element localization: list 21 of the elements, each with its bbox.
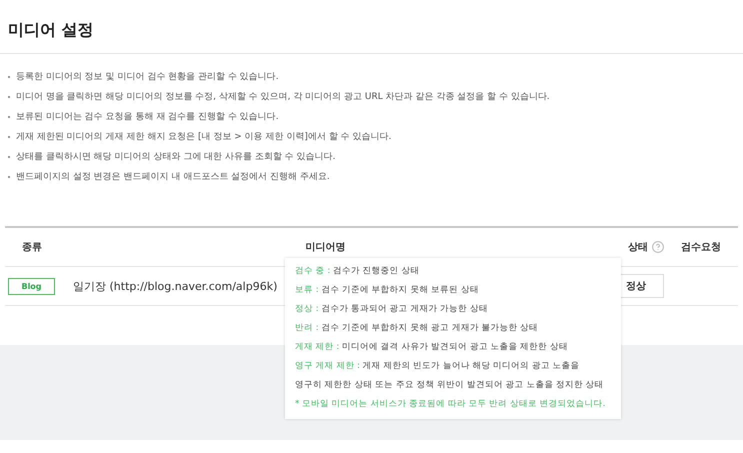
- column-header: 검수요청: [681, 241, 721, 254]
- info-text: 등록한 미디어의 정보 및 미디어 검수 현황을 관리할 수 있습니다.: [16, 71, 279, 84]
- footnote-text: * 모바일 미디어는 서비스가 종료됨에 따라 모두 반려 상태로 변경되었습니다.: [295, 398, 606, 411]
- status-description: 영구히 제한한 상태 또는 주요 정책 위반이 발견되어 광고 노출을 정지한 상태: [295, 379, 605, 392]
- status-description: 게재 제한 : 미디어에 결격 사유가 발견되어 광고 노출을 제한한 상태: [295, 341, 569, 354]
- info-text: 상태를 클릭하시면 해당 미디어의 상태와 그에 대한 사유를 조회할 수 있습니다.: [16, 151, 336, 164]
- info-text: 미디어 명을 클릭하면 해당 미디어의 정보를 수정, 삭제할 수 있으며, 각 미디어의 광고 URL 차단과 같은 각종 설정을 할 수 있습니다.: [16, 91, 550, 104]
- info-text: 게재 제한된 미디어의 게재 제한 해지 요청은 [내 정보 > 이용 제한 이력]에서 할 수 있습니다.: [16, 131, 392, 144]
- column-header: 상태: [628, 240, 664, 254]
- column-header: 미디어명: [306, 241, 346, 254]
- status-description: 영구 게재 제한 : 게재 제한의 빈도가 늘어나 해당 미디어의 광고 노출을: [295, 360, 581, 373]
- info-text: 밴드페이지의 설정 변경은 밴드페이지 내 애드포스트 설정에서 진행해 주세요.: [16, 171, 330, 184]
- status-description: 정상 : 검수가 통과되어 광고 게재가 가능한 상태: [295, 303, 489, 316]
- status-description: 보류 : 검수 기준에 부합하지 못해 보류된 상태: [295, 284, 480, 297]
- media-type-tag: Blog: [8, 278, 55, 294]
- help-icon[interactable]: [652, 241, 664, 253]
- column-header: 종류: [21, 241, 42, 254]
- info-text: 보류된 미디어는 검수 요청을 통해 재 검수를 진행할 수 있습니다.: [16, 111, 279, 124]
- status-description: 반려 : 검수 기준에 부합하지 못해 광고 게재가 불가능한 상태: [295, 322, 540, 335]
- status-description: 검수 중 : 검수가 진행중인 상태: [295, 265, 420, 278]
- page-title: 미디어 설정: [0, 0, 743, 54]
